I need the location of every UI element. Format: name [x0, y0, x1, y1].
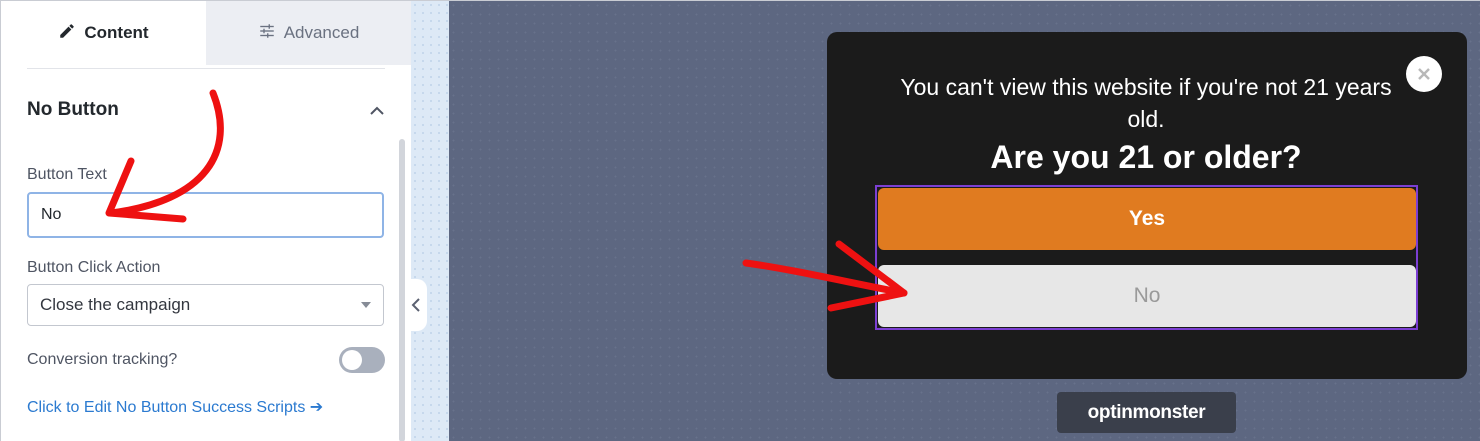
chevron-left-icon — [411, 298, 420, 312]
tab-advanced-label: Advanced — [283, 23, 360, 42]
section-title[interactable]: No Button — [27, 99, 119, 121]
popup-subtext: You can't view this website if you're no… — [900, 74, 1392, 132]
chevron-up-icon[interactable] — [367, 101, 387, 121]
tab-content-label: Content — [84, 23, 149, 42]
conversion-tracking-toggle[interactable] — [339, 347, 385, 373]
pencil-icon — [58, 22, 76, 45]
sliders-icon — [258, 22, 276, 45]
optinmonster-logo: optinmonster — [1057, 392, 1236, 433]
app-window: Content Advanced No Button Button Text B… — [0, 0, 1480, 441]
panel-gutter — [411, 1, 449, 441]
collapse-panel-button[interactable] — [405, 279, 427, 331]
toggle-knob — [342, 350, 362, 370]
no-button[interactable]: No — [878, 265, 1416, 327]
tab-bar: Content Advanced — [1, 1, 411, 65]
close-icon — [1418, 68, 1430, 80]
yes-button[interactable]: Yes — [878, 188, 1416, 250]
tab-advanced[interactable]: Advanced — [206, 1, 411, 65]
dropdown-caret-icon — [361, 302, 371, 308]
edit-scripts-link[interactable]: Click to Edit No Button Success Scripts … — [27, 397, 323, 417]
popup-close-button[interactable] — [1406, 56, 1442, 92]
button-text-input[interactable] — [27, 192, 384, 238]
tab-content[interactable]: Content — [1, 1, 206, 65]
button-text-label: Button Text — [27, 166, 107, 183]
click-action-label: Button Click Action — [27, 259, 161, 276]
click-action-select[interactable]: Close the campaign — [27, 284, 384, 326]
click-action-value: Close the campaign — [40, 295, 191, 314]
settings-panel: Content Advanced No Button Button Text B… — [1, 1, 411, 441]
conversion-tracking-label: Conversion tracking? — [27, 351, 178, 368]
divider — [27, 68, 385, 69]
popup-headline: Are you 21 or older? — [990, 139, 1302, 175]
